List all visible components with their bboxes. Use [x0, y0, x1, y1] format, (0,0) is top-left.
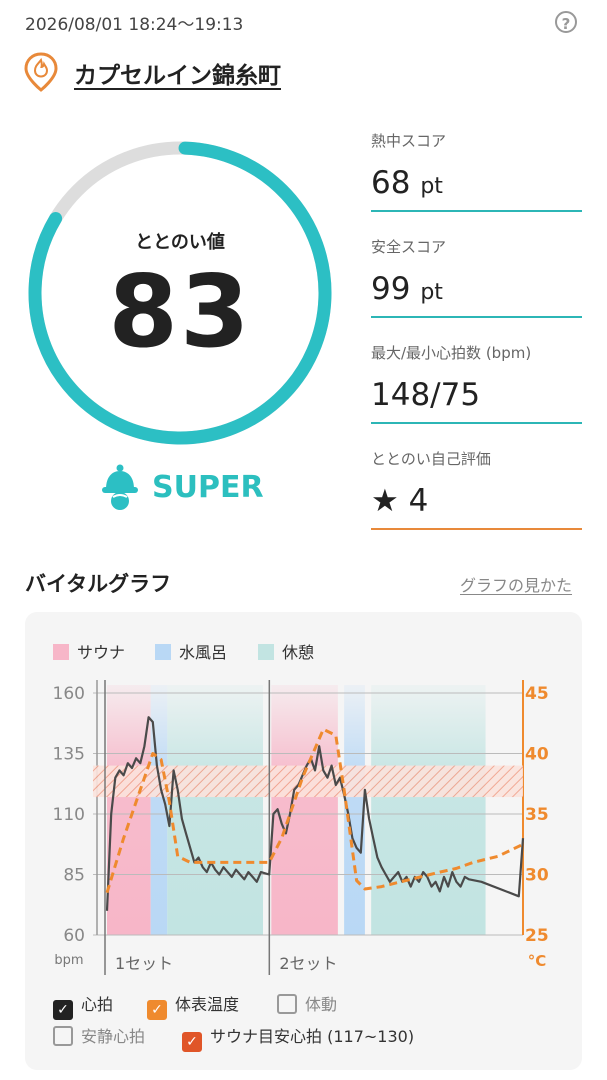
legend-water: 水風呂	[155, 639, 227, 663]
totonoi-value: 83	[108, 253, 252, 370]
metric-label: 最大/最小心拍数 (bpm)	[371, 344, 532, 362]
x-set-label: 1セット	[115, 954, 173, 973]
metric-number: 99	[371, 271, 411, 307]
metric-value: 99 pt	[371, 271, 582, 307]
y-left-unit: bpm	[54, 953, 83, 968]
star-icon: ★	[371, 483, 399, 519]
legend-swatch	[155, 644, 171, 660]
y-left-tick-label: 60	[63, 926, 85, 946]
y-left-tick-label: 85	[63, 866, 85, 886]
sauna-hat-icon	[102, 464, 138, 510]
metric-heat-score: 熱中スコア 68 pt	[371, 130, 582, 212]
legend-swatch	[53, 644, 69, 660]
checkbox-label: 安静心拍	[81, 1027, 146, 1046]
toggle-resting-hr[interactable]: 安静心拍	[53, 1023, 145, 1047]
checkbox-unchecked-icon[interactable]	[53, 1026, 73, 1046]
checkbox-checked-icon[interactable]: ✓	[182, 1032, 202, 1052]
metric-value: 68 pt	[371, 165, 582, 201]
toggle-heart-rate[interactable]: ✓ 心拍	[53, 991, 113, 1020]
checkbox-checked-icon[interactable]: ✓	[147, 1000, 167, 1020]
metric-heart-rate: 最大/最小心拍数 (bpm) 148/75	[371, 342, 582, 424]
metric-unit: pt	[420, 174, 443, 199]
metric-self-rating: ととのい自己評価 ★ 4	[371, 448, 582, 530]
facility-name[interactable]: カプセルイン錦糸町	[74, 56, 281, 90]
vital-graph-title: バイタルグラフ	[25, 572, 172, 596]
help-icon[interactable]: ?	[555, 11, 577, 33]
y-right-tick-label: 45	[525, 684, 549, 704]
metric-number: 4	[408, 483, 429, 519]
toggle-skin-temp[interactable]: ✓ 体表温度	[147, 991, 239, 1020]
legend-label: 休憩	[282, 643, 315, 662]
phase-band-sauna	[271, 685, 338, 935]
metric-label: 熱中スコア	[371, 132, 447, 150]
metric-label: 安全スコア	[371, 238, 447, 256]
y-right-tick-label: 25	[525, 926, 549, 946]
y-right-tick-label: 30	[525, 866, 549, 886]
legend-label: サウナ	[77, 643, 126, 662]
y-right-tick-label: 40	[525, 745, 549, 765]
session-datetime: 2026/08/01 18:24～19:13	[25, 15, 244, 35]
y-left-tick-label: 135	[53, 745, 85, 765]
y-right-tick-label: 35	[525, 805, 549, 825]
y-left-tick-label: 110	[53, 805, 85, 825]
checkbox-label: 心拍	[81, 995, 114, 1014]
metric-safety-score: 安全スコア 99 pt	[371, 236, 582, 318]
toggle-movement[interactable]: 体動	[277, 991, 337, 1015]
vital-chart: 160 135 110 85 60 45 40 35 30 25 bpm °C 1セット 2セット	[53, 680, 549, 975]
checkbox-label: サウナ目安心拍 (117~130)	[210, 1027, 415, 1046]
metric-value: 148/75	[371, 377, 481, 413]
toggle-sauna-target-hr[interactable]: ✓ サウナ目安心拍 (117~130)	[182, 1023, 414, 1052]
phase-band-rest	[371, 685, 486, 935]
metric-label: ととのい自己評価	[371, 450, 491, 468]
phase-band-sauna	[107, 685, 151, 935]
y-left-tick-label: 160	[53, 684, 85, 704]
checkbox-label: 体動	[305, 995, 338, 1014]
legend-rest: 休憩	[258, 639, 314, 663]
x-set-label: 2セット	[279, 954, 337, 973]
checkbox-checked-icon[interactable]: ✓	[53, 1000, 73, 1020]
totonoi-label: ととのい値	[135, 232, 225, 253]
metric-value: ★ 4	[371, 483, 582, 519]
metric-number: 68	[371, 165, 411, 201]
graph-guide-link[interactable]: グラフの見かた	[460, 572, 572, 596]
y-right-unit: °C	[528, 952, 547, 970]
metric-unit: pt	[420, 280, 443, 305]
checkbox-unchecked-icon[interactable]	[277, 994, 297, 1014]
sauna-flame-pin-icon	[24, 52, 58, 92]
legend-swatch	[258, 644, 274, 660]
legend-sauna: サウナ	[53, 639, 125, 663]
legend-label: 水風呂	[179, 643, 228, 662]
totonoi-grade: SUPER	[152, 470, 264, 505]
checkbox-label: 体表温度	[175, 995, 240, 1014]
